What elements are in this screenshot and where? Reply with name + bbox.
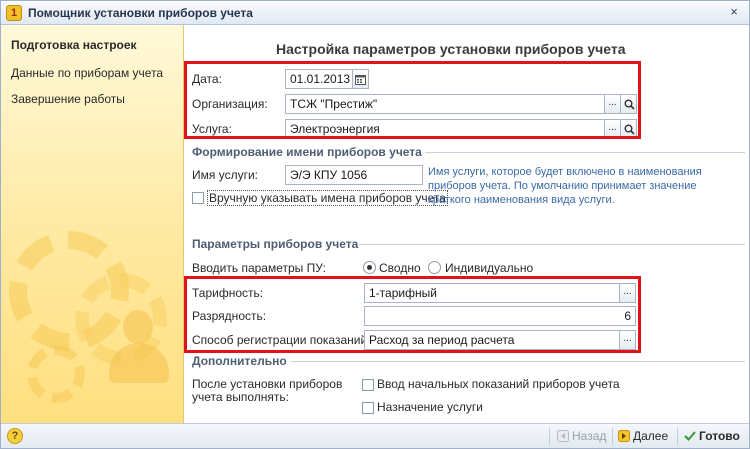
after-install-label: учета выполнять: [192, 390, 290, 404]
separator [549, 428, 550, 445]
service-name-label: Имя услуги: [192, 168, 258, 182]
section-divider [291, 361, 745, 362]
section-divider [425, 152, 745, 153]
sidebar-item-finish[interactable]: Завершение работы [11, 92, 125, 106]
initial-readings-label[interactable]: Ввод начальных показаний приборов учета [377, 377, 620, 391]
assign-service-label[interactable]: Назначение услуги [377, 400, 483, 414]
close-button[interactable]: × [725, 4, 743, 21]
assign-service-checkbox[interactable] [362, 402, 374, 414]
next-button[interactable]: Далее [618, 427, 668, 446]
title-bar: 1 Помощник установки приборов учета × [1, 1, 749, 25]
section-divider [359, 244, 745, 245]
manual-names-label[interactable]: Вручную указывать имена приборов учета [207, 190, 448, 206]
back-button[interactable]: Назад [557, 427, 606, 446]
separator [612, 428, 613, 445]
done-button[interactable]: Готово [684, 427, 740, 446]
sidebar-item-meter-data[interactable]: Данные по приборам учета [11, 66, 163, 80]
arrow-left-icon [557, 430, 569, 442]
initial-readings-checkbox[interactable] [362, 379, 374, 391]
mode-summary-radio[interactable] [363, 261, 376, 274]
mode-summary-label[interactable]: Сводно [379, 261, 421, 275]
section-title-additional: Дополнительно [192, 354, 287, 368]
app-1c-icon: 1 [6, 5, 22, 21]
hint-line: Имя услуги, которое будет включено в наи… [428, 166, 702, 178]
help-button[interactable]: ? [7, 428, 23, 444]
page-title: Настройка параметров установки приборов … [276, 41, 626, 57]
highlight-frame-meter-params [184, 276, 641, 353]
sidebar-item-prepare-settings[interactable]: Подготовка настроек [11, 38, 137, 52]
manual-names-checkbox[interactable] [192, 192, 204, 204]
section-title-parameters: Параметры приборов учета [192, 237, 359, 251]
next-button-label: Далее [633, 429, 669, 443]
section-title-naming: Формирование имени приборов учета [192, 145, 422, 159]
bottom-command-bar: ? Назад Далее Готово [1, 423, 749, 448]
service-name-field[interactable]: Э/Э КПУ 1056 [285, 165, 423, 185]
highlight-frame-main-params [184, 61, 641, 139]
back-button-label: Назад [572, 429, 607, 443]
window-title: Помощник установки приборов учета [28, 6, 253, 20]
arrow-right-icon [618, 430, 630, 442]
done-button-label: Готово [699, 429, 740, 443]
separator [677, 428, 678, 445]
hint-line: краткого наименования вида услуги. [428, 194, 615, 206]
input-mode-label: Вводить параметры ПУ: [192, 261, 326, 275]
mode-individual-label[interactable]: Индивидуально [445, 261, 533, 275]
checkmark-icon [684, 431, 696, 441]
after-install-label: После установки приборов [192, 377, 343, 391]
hint-line: приборов учета. По умолчанию принимает з… [428, 180, 697, 192]
service-name-hint: Имя услуги, которое будет включено в наи… [428, 165, 728, 207]
assistant-window: 1 Помощник установки приборов учета × По… [0, 0, 750, 449]
steps-sidebar: Подготовка настроек Данные по приборам у… [1, 25, 184, 423]
person-decoration-icon [123, 310, 153, 344]
mode-individual-radio[interactable] [428, 261, 441, 274]
gear-decoration-icon [27, 345, 85, 403]
